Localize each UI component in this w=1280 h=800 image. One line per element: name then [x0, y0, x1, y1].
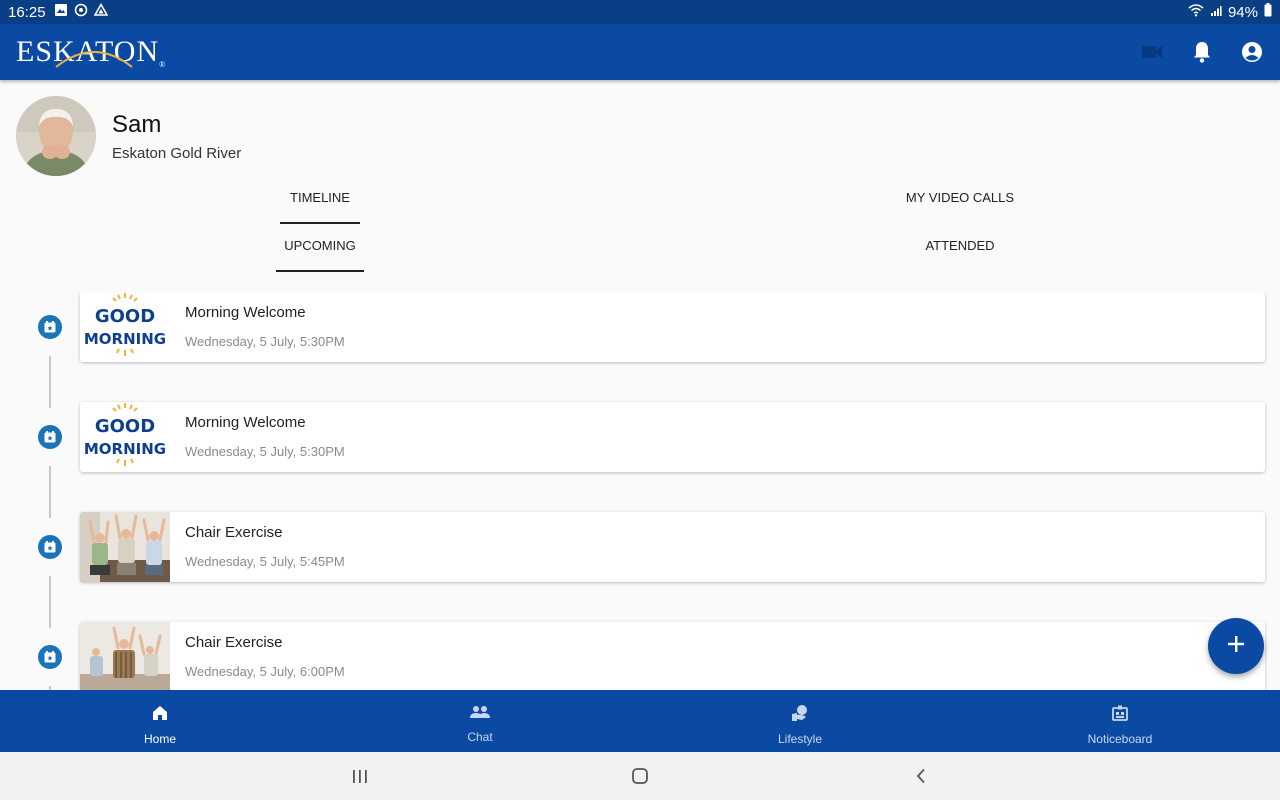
event-card[interactable]: GOOD MORNING Morning Welcome Wednesday, … — [80, 402, 1265, 472]
tab-upcoming-indicator — [276, 270, 364, 272]
account-icon[interactable] — [1240, 40, 1264, 64]
good-morning-thumbnail: GOOD MORNING — [80, 402, 170, 472]
event-title: Chair Exercise — [185, 524, 283, 541]
notifications-icon[interactable] — [1190, 40, 1214, 64]
logo-swoosh — [55, 51, 133, 68]
nav-lifestyle-label: Lifestyle — [777, 732, 823, 746]
logo-registered-mark: ® — [159, 60, 167, 69]
tab-timeline[interactable]: TIMELINE — [0, 190, 640, 224]
nav-home-label: Home — [143, 732, 176, 746]
timeline-item: GOOD MORNING Morning Welcome Wednesday, … — [0, 402, 1280, 472]
bottom-navigation: Home Chat Lifestyle Noticeboard — [0, 690, 1280, 752]
timeline-item: GOOD MORNING Morning Welcome Wednesday, … — [0, 292, 1280, 362]
event-card[interactable]: Chair Exercise Wednesday, 5 July, 5:45PM — [80, 512, 1265, 582]
event-datetime: Wednesday, 5 July, 6:00PM — [185, 664, 345, 679]
battery-icon — [1264, 3, 1272, 21]
event-datetime: Wednesday, 5 July, 5:45PM — [185, 554, 345, 569]
thumb-text-good: GOOD — [95, 416, 155, 437]
thumb-text-morning: MORNING — [84, 440, 166, 458]
nav-noticeboard[interactable]: Noticeboard — [960, 690, 1280, 752]
event-card[interactable]: Chair Exercise Wednesday, 5 July, 6:00PM — [80, 622, 1265, 690]
event-icon — [38, 425, 62, 449]
thumb-text-morning: MORNING — [84, 330, 166, 348]
wifi-icon — [1188, 3, 1204, 21]
chair-exercise-thumbnail — [80, 622, 170, 690]
lifestyle-icon — [790, 704, 810, 725]
drive-icon — [93, 2, 108, 21]
timeline-item: Chair Exercise Wednesday, 5 July, 6:00PM — [0, 622, 1280, 690]
thumb-text-good: GOOD — [95, 306, 155, 327]
home-icon — [151, 704, 169, 725]
event-icon — [38, 645, 62, 669]
app-bar: ESKATON® — [0, 24, 1280, 80]
event-icon — [38, 315, 62, 339]
add-icon — [1227, 635, 1245, 658]
event-title: Morning Welcome — [185, 304, 306, 321]
status-time: 16:25 — [8, 3, 46, 21]
system-navigation-bar — [0, 752, 1280, 800]
timeline-connector — [49, 356, 51, 408]
event-datetime: Wednesday, 5 July, 5:30PM — [185, 334, 345, 349]
profile-name: Sam — [112, 110, 162, 138]
primary-tabs: TIMELINE MY VIDEO CALLS — [0, 190, 1280, 224]
video-call-icon[interactable] — [1140, 40, 1164, 64]
nav-lifestyle[interactable]: Lifestyle — [640, 690, 960, 752]
nav-noticeboard-label: Noticeboard — [1087, 732, 1153, 746]
nav-chat-label: Chat — [467, 730, 493, 744]
home-circle-icon[interactable] — [630, 766, 650, 786]
eskaton-logo: ESKATON® — [16, 35, 166, 69]
good-morning-thumbnail: GOOD MORNING — [80, 292, 170, 362]
event-card[interactable]: GOOD MORNING Morning Welcome Wednesday, … — [80, 292, 1265, 362]
tab-timeline-label: TIMELINE — [290, 190, 350, 205]
secondary-tabs: UPCOMING ATTENDED — [0, 238, 1280, 272]
battery-percent: 94% — [1227, 3, 1258, 21]
event-icon — [38, 535, 62, 559]
profile-header: Sam Eskaton Gold River — [16, 96, 241, 176]
timeline-item: Chair Exercise Wednesday, 5 July, 5:45PM — [0, 512, 1280, 582]
tab-attended-label: ATTENDED — [925, 238, 995, 253]
signal-icon — [1210, 4, 1222, 21]
add-fab-button[interactable] — [1208, 618, 1264, 674]
timeline-list[interactable]: GOOD MORNING Morning Welcome Wednesday, … — [0, 292, 1280, 690]
sync-icon — [74, 3, 88, 21]
noticeboard-icon — [1111, 704, 1129, 725]
timeline-connector — [49, 576, 51, 628]
timeline-connector — [49, 466, 51, 518]
event-title: Chair Exercise — [185, 634, 283, 651]
tab-upcoming[interactable]: UPCOMING — [0, 238, 640, 272]
tab-my-video-calls-label: MY VIDEO CALLS — [905, 190, 1015, 205]
tab-attended[interactable]: ATTENDED — [640, 238, 1280, 253]
people-icon — [469, 704, 491, 723]
event-datetime: Wednesday, 5 July, 5:30PM — [185, 444, 345, 459]
tab-my-video-calls[interactable]: MY VIDEO CALLS — [640, 190, 1280, 205]
recents-icon[interactable] — [350, 766, 370, 786]
tab-timeline-indicator — [280, 222, 360, 224]
status-bar: 16:25 94% — [0, 0, 1280, 24]
profile-community: Eskaton Gold River — [112, 144, 242, 162]
avatar[interactable] — [16, 96, 96, 176]
event-title: Morning Welcome — [185, 414, 306, 431]
nav-home[interactable]: Home — [0, 690, 320, 752]
back-icon[interactable] — [911, 766, 931, 786]
nav-chat[interactable]: Chat — [320, 690, 640, 752]
tab-upcoming-label: UPCOMING — [284, 238, 356, 253]
image-icon — [54, 3, 68, 21]
chair-exercise-thumbnail — [80, 512, 170, 582]
